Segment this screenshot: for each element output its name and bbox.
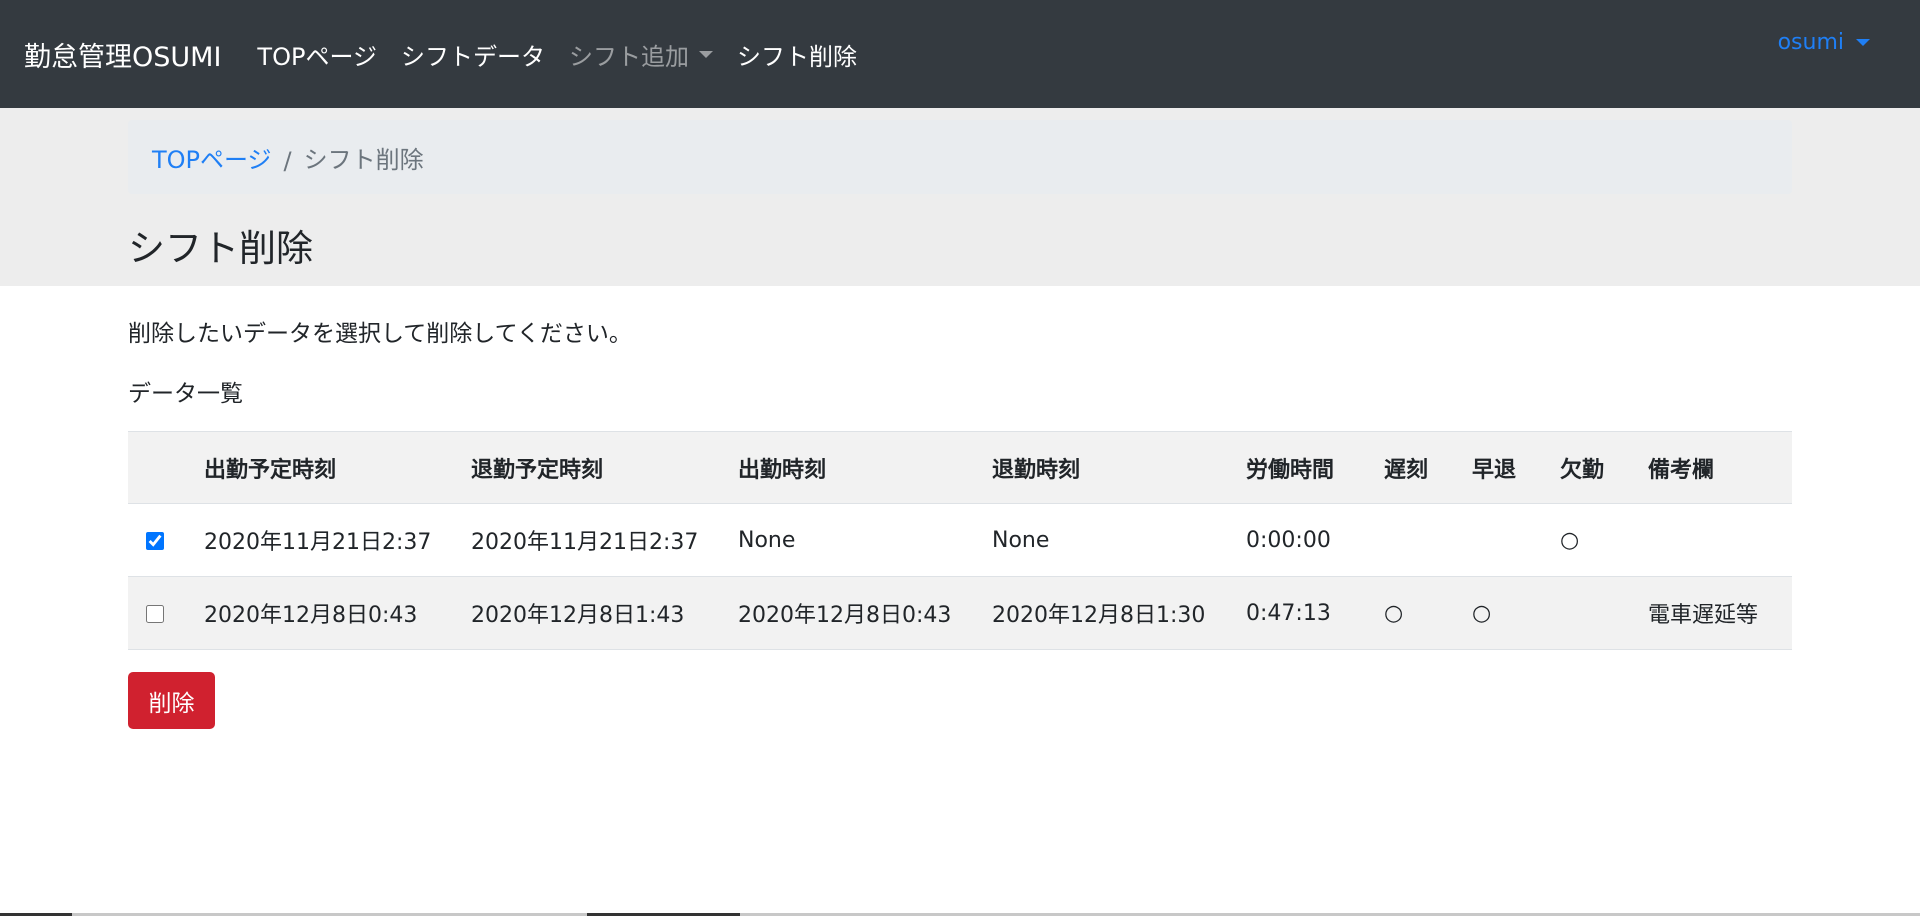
column-header-select — [128, 431, 204, 504]
breadcrumb-current: シフト削除 — [303, 145, 424, 174]
cell-early-leave: ○ — [1472, 576, 1560, 650]
cell-late: ○ — [1384, 576, 1472, 650]
column-header-clock-in: 出勤時刻 — [738, 431, 992, 504]
cell-early-leave — [1472, 503, 1560, 577]
column-header-late: 遅刻 — [1384, 431, 1472, 504]
table-header-row: 出勤予定時刻 退勤予定時刻 出勤時刻 退勤時刻 労働時間 遅刻 早退 欠勤 備考… — [128, 431, 1792, 504]
cell-work-hours: 0:47:13 — [1246, 576, 1384, 650]
top-navbar: 勤怠管理OSUMI TOPページ シフトデータ シフト追加 シフト削除 osum… — [0, 0, 1920, 108]
page-header: TOPページ / シフト削除 シフト削除 — [0, 108, 1920, 286]
breadcrumb: TOPページ / シフト削除 — [128, 120, 1792, 194]
cell-clock-out: None — [992, 503, 1246, 577]
column-header-work-hours: 労働時間 — [1246, 431, 1384, 504]
nav-shift-add-dropdown[interactable]: シフト追加 — [569, 37, 713, 72]
breadcrumb-home-link[interactable]: TOPページ — [152, 140, 272, 175]
cell-scheduled-end: 2020年11月21日2:37 — [471, 503, 738, 577]
delete-button[interactable]: 削除 — [128, 672, 215, 729]
nav-shift-data[interactable]: シフトデータ — [401, 37, 545, 72]
column-header-remarks: 備考欄 — [1648, 431, 1792, 504]
shift-table: 出勤予定時刻 退勤予定時刻 出勤時刻 退勤時刻 労働時間 遅刻 早退 欠勤 備考… — [128, 431, 1792, 650]
chevron-down-icon — [698, 50, 713, 58]
cell-clock-in: 2020年12月8日0:43 — [738, 576, 992, 650]
table-row: 2020年11月21日2:37 2020年11月21日2:37 None Non… — [128, 503, 1792, 577]
column-header-scheduled-start: 出勤予定時刻 — [204, 431, 471, 504]
breadcrumb-separator: / — [283, 147, 292, 175]
brand-logo[interactable]: 勤怠管理OSUMI — [24, 35, 221, 74]
cell-late — [1384, 503, 1472, 577]
row-select-cell — [128, 503, 204, 577]
column-header-clock-out: 退勤時刻 — [992, 431, 1246, 504]
cell-absent — [1560, 576, 1648, 650]
cell-work-hours: 0:00:00 — [1246, 503, 1384, 577]
nav-shift-add-label: シフト追加 — [568, 42, 689, 71]
cell-clock-out: 2020年12月8日1:30 — [992, 576, 1246, 650]
instruction-text: 削除したいデータを選択して削除してください。 — [128, 321, 632, 347]
cell-remarks — [1648, 503, 1792, 577]
cell-scheduled-start: 2020年12月8日0:43 — [204, 576, 471, 650]
column-header-early-leave: 早退 — [1472, 431, 1560, 504]
data-list-label: データ一覧 — [128, 381, 243, 407]
cell-scheduled-start: 2020年11月21日2:37 — [204, 503, 471, 577]
nav-shift-delete[interactable]: シフト削除 — [737, 37, 857, 72]
row-select-checkbox[interactable] — [146, 531, 164, 550]
cell-remarks: 電車遅延等 — [1648, 576, 1792, 650]
nav-links: TOPページ シフトデータ シフト追加 シフト削除 — [257, 37, 881, 72]
column-header-scheduled-end: 退勤予定時刻 — [471, 431, 738, 504]
user-name: osumi — [1777, 30, 1844, 55]
user-menu-dropdown[interactable]: osumi — [1778, 30, 1870, 55]
column-header-absent: 欠勤 — [1560, 431, 1648, 504]
chevron-down-icon — [1856, 39, 1870, 46]
table-row: 2020年12月8日0:43 2020年12月8日1:43 2020年12月8日… — [128, 576, 1792, 650]
page-title: シフト削除 — [128, 227, 313, 270]
cell-scheduled-end: 2020年12月8日1:43 — [471, 576, 738, 650]
row-select-checkbox[interactable] — [146, 604, 164, 623]
cell-clock-in: None — [738, 503, 992, 577]
row-select-cell — [128, 576, 204, 650]
cell-absent: ○ — [1560, 503, 1648, 577]
nav-top-page[interactable]: TOPページ — [257, 37, 377, 72]
